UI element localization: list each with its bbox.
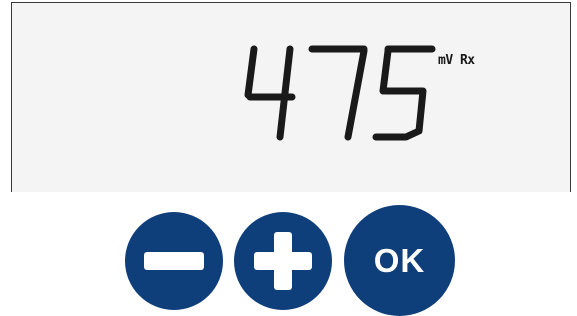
unit-label: mV Rx (438, 53, 475, 68)
digit-7 (308, 45, 368, 141)
digit-5 (372, 45, 436, 141)
lcd-reading (240, 43, 440, 143)
minus-icon (144, 252, 204, 270)
minus-button[interactable] (125, 212, 223, 310)
digit-4 (244, 45, 296, 141)
seven-segment-digits (244, 45, 436, 141)
plus-icon-vertical-bar (274, 232, 292, 290)
plus-button[interactable] (234, 212, 332, 310)
lcd-display: mV Rx (11, 2, 571, 192)
ok-button-label: OK (373, 241, 426, 279)
ok-button[interactable]: OK (344, 205, 455, 316)
